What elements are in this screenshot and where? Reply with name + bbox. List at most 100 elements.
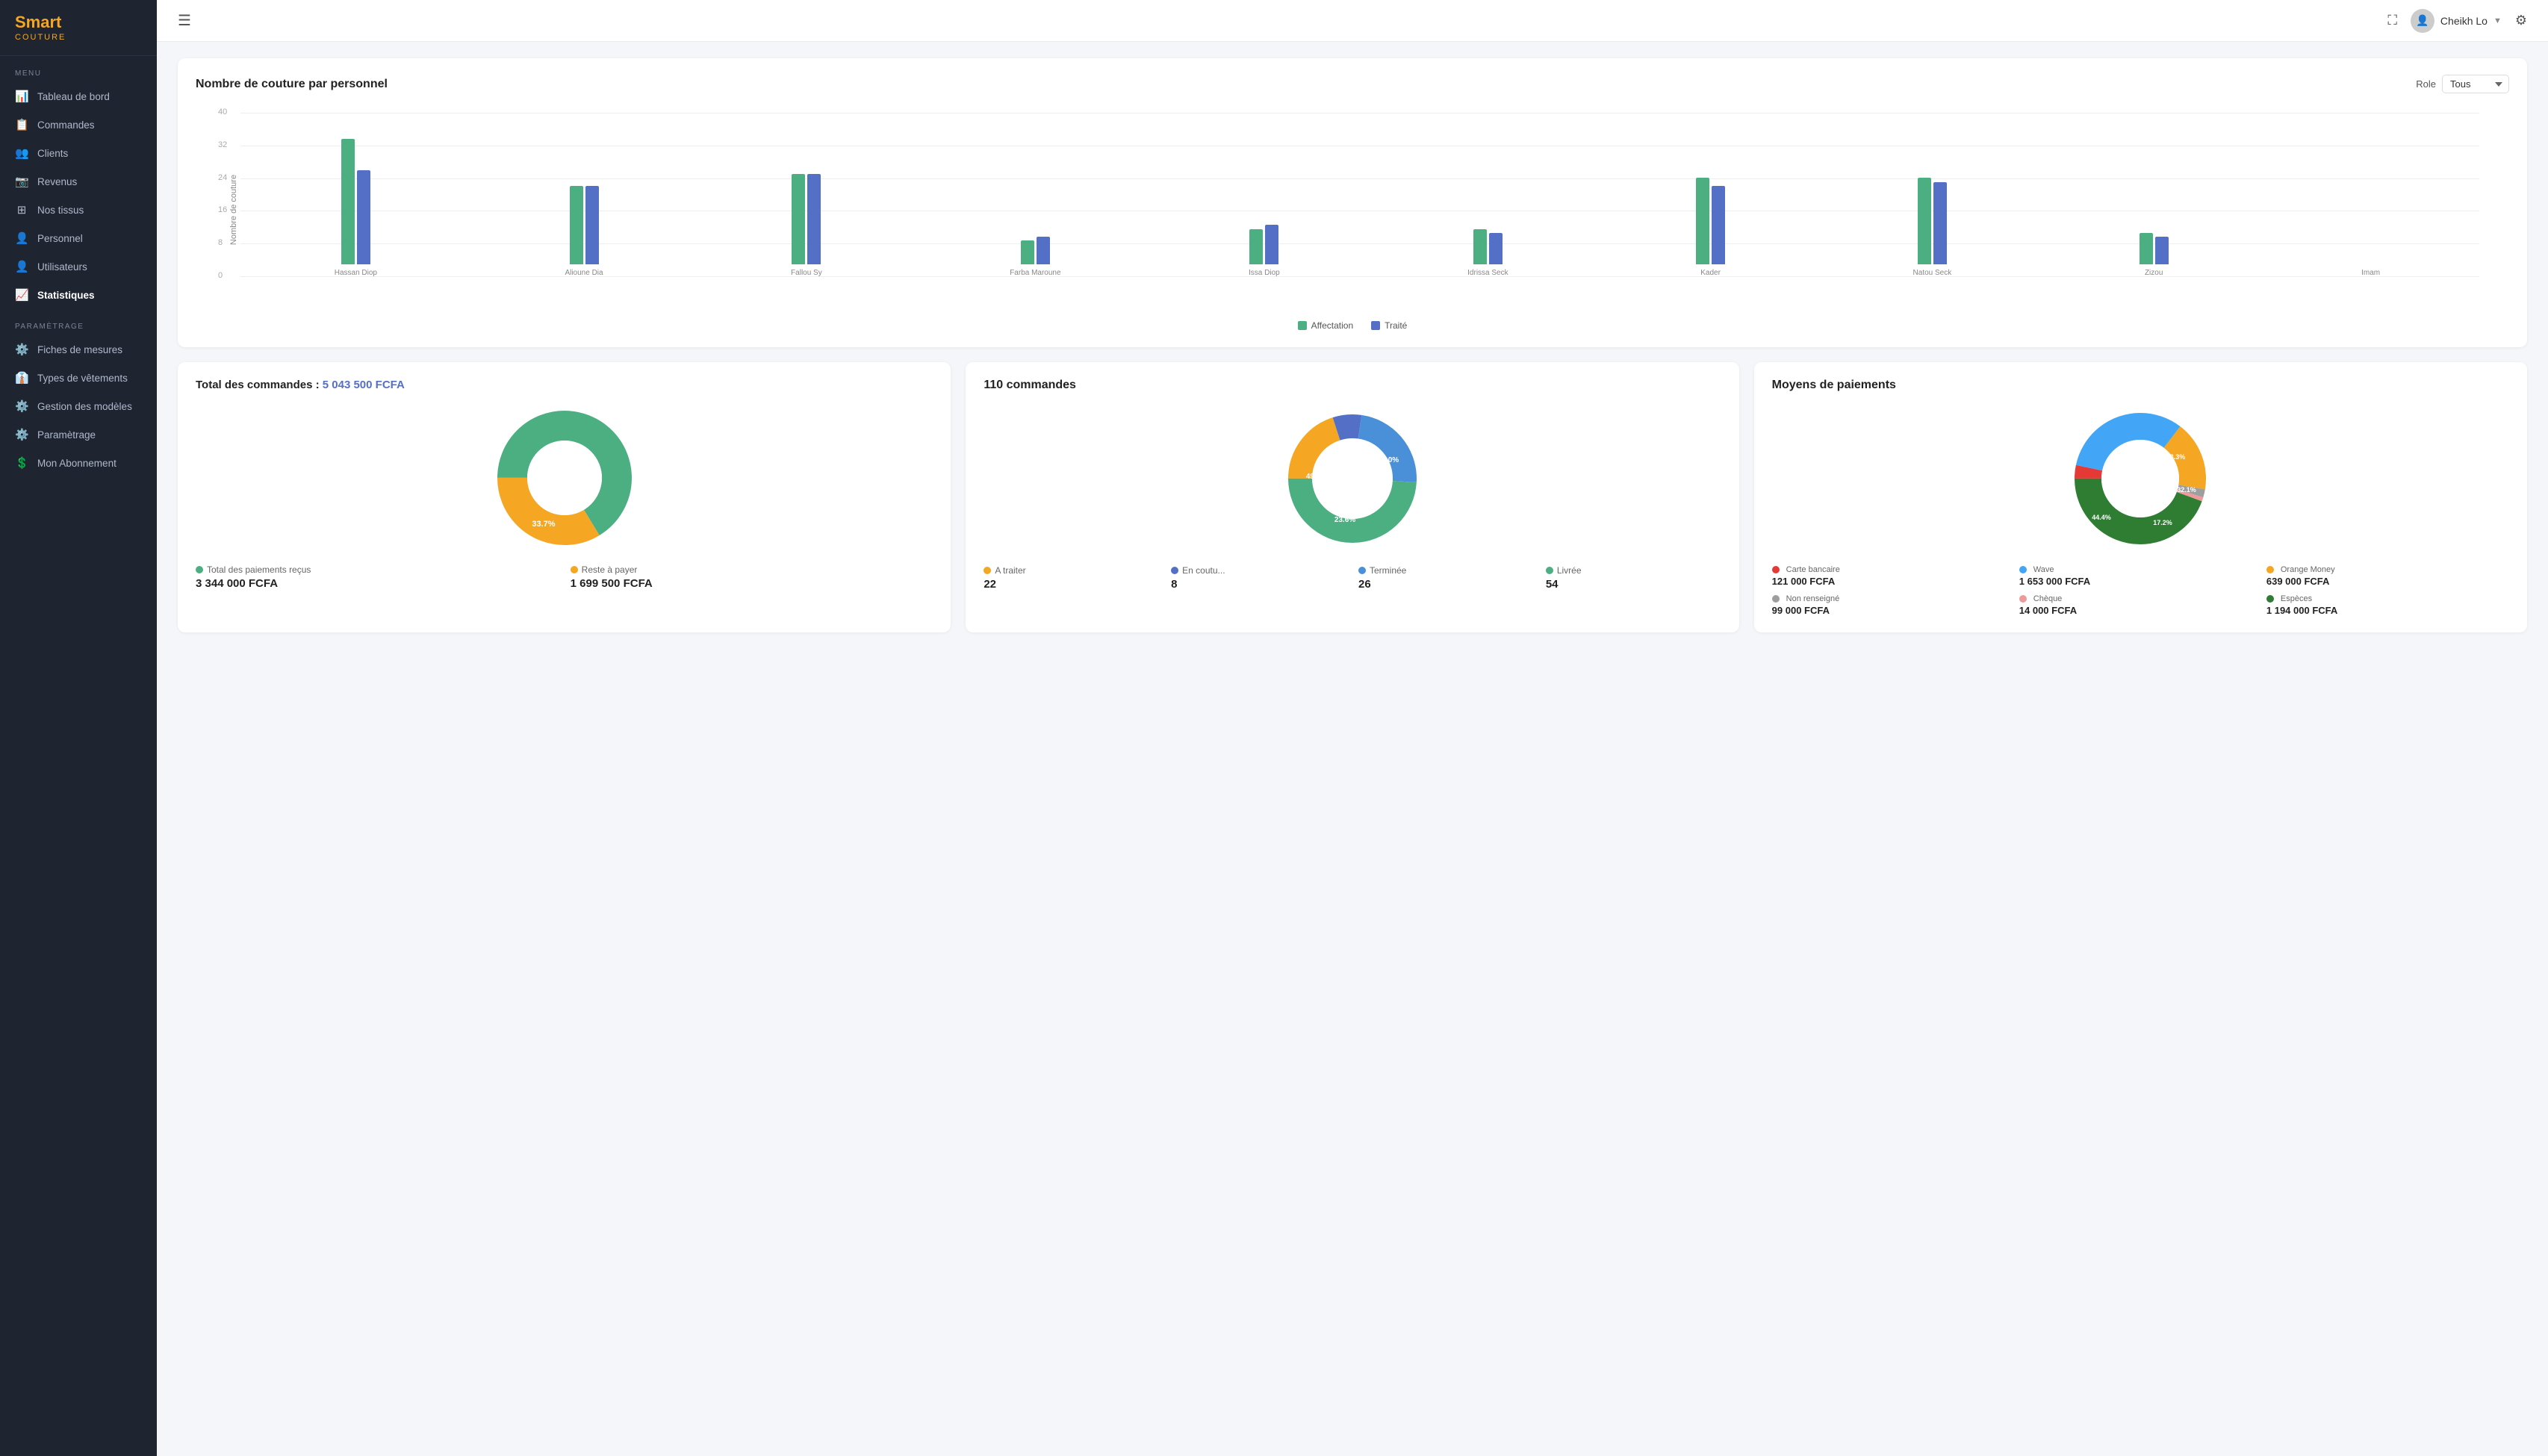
tissus-icon: ⊞ [15,203,28,217]
stat-dot-lightblue [1358,567,1366,574]
sidebar-item-tableau[interactable]: 📊 Tableau de bord [0,82,157,111]
fullscreen-button[interactable]: ⛶ [2387,13,2397,28]
payment-cheque: Chèque 14 000 FCFA [2019,594,2262,616]
settings-button[interactable]: ⚙ [2515,13,2527,28]
bar-traite [1037,237,1050,264]
sidebar-item-label: Nos tissus [37,205,84,216]
payment-orange-label: Orange Money [2266,565,2509,574]
bar-pair [341,139,370,264]
total-commandes-amount[interactable]: 5 043 500 FCFA [323,379,405,391]
bar-name-label: Hassan Diop [335,269,377,277]
bar-traite [807,174,821,264]
sidebar-item-statistiques[interactable]: 📈 Statistiques [0,281,157,309]
bar-group: Farba Maroune [1010,237,1060,277]
total-commandes-donut: 66.3% 33.7% [490,403,639,553]
bar-pair [1021,237,1050,264]
chevron-down-icon[interactable]: ▼ [2493,16,2502,25]
payment-wave: Wave 1 653 000 FCFA [2019,565,2262,587]
bar-name-label: Idrissa Seck [1467,269,1508,277]
role-select[interactable]: Tous Couturier [2442,75,2509,93]
sidebar-item-mesures[interactable]: ⚙️ Fiches de mesures [0,335,157,364]
stat-label-en-couture: En coutu... [1171,565,1346,576]
user-name: Cheikh Lo [2440,15,2488,27]
sidebar-item-parametrage[interactable]: ⚙️ Paramètrage [0,420,157,449]
bar-traite [1489,233,1503,264]
abonnement-icon: 💲 [15,456,28,470]
legend-label-affectation: Affectation [1311,320,1353,331]
total-commandes-stats: Total des paiements reçus 3 344 000 FCFA… [196,564,933,590]
mesures-icon: ⚙️ [15,343,28,356]
sidebar-item-label: Fiches de mesures [37,344,122,355]
stat-reste-payer: Reste à payer 1 699 500 FCFA [571,564,933,590]
sidebar-item-clients[interactable]: 👥 Clients [0,139,157,167]
sidebar-item-label: Statistiques [37,290,95,301]
svg-text:44.4%: 44.4% [2092,514,2112,521]
stat-label-livree: Livrée [1546,565,1721,576]
hamburger-button[interactable]: ☰ [178,11,191,30]
commandes-status-stats: A traiter 22 En coutu... 8 [984,565,1721,591]
payment-especes: Espèces 1 194 000 FCFA [2266,594,2509,616]
bar-traite [2155,237,2169,264]
bar-traite [357,170,370,264]
bottom-grid: Total des commandes : 5 043 500 FCFA 66.… [178,362,2527,647]
bar-chart-header: Nombre de couture par personnel Role Tou… [196,75,2509,93]
payment-orange-value: 639 000 FCFA [2266,576,2509,587]
stat-dot-orange [984,567,991,574]
bar-group: Idrissa Seck [1467,229,1508,277]
payment-cheque-label: Chèque [2019,594,2262,603]
bar-affectation [792,174,805,264]
sidebar-item-revenus[interactable]: 📷 Revenus [0,167,157,196]
bar-affectation [1696,178,1709,264]
svg-text:33.7%: 33.7% [532,520,555,529]
stat-value-reste: 1 699 500 FCFA [571,577,933,590]
stat-value-a-traiter: 22 [984,578,1159,591]
payment-carte: Carte bancaire 121 000 FCFA [1772,565,2015,587]
svg-text:17.2%: 17.2% [2154,519,2173,526]
payment-wave-value: 1 653 000 FCFA [2019,576,2262,587]
stat-label-recus: Total des paiements reçus [196,564,559,575]
sidebar-item-label: Personnel [37,233,83,244]
payment-carte-value: 121 000 FCFA [1772,576,2015,587]
commandes-status-donut: 20.0% 7.3% 23.6% 49.1% [1278,404,1427,553]
sidebar-item-utilisateurs[interactable]: 👤 Utilisateurs [0,252,157,281]
sidebar-item-abonnement[interactable]: 💲 Mon Abonnement [0,449,157,477]
sidebar-item-label: Types de vêtements [37,373,128,384]
svg-text:3.3%: 3.3% [2170,453,2186,461]
legend-label-traite: Traité [1385,320,1407,331]
payment-especes-value: 1 194 000 FCFA [2266,605,2509,616]
sidebar-item-commandes[interactable]: 📋 Commandes [0,111,157,139]
total-commandes-label: Total des commandes : [196,379,320,391]
dot-orange [2266,566,2274,573]
modeles-icon: ⚙️ [15,399,28,413]
bar-group: Natou Seck [1913,178,1952,277]
payment-wave-label: Wave [2019,565,2262,574]
topbar: ☰ ⛶ 👤 Cheikh Lo ▼ ⚙ [157,0,2548,42]
dot-wave [2019,566,2027,573]
stat-en-couture: En coutu... 8 [1171,565,1346,591]
payment-especes-label: Espèces [2266,594,2509,603]
stat-a-traiter: A traiter 22 [984,565,1159,591]
dot-lightred [2019,595,2027,603]
svg-text:7.3%: 7.3% [1371,489,1388,497]
bar-traite [585,186,599,264]
sidebar-item-vetements[interactable]: 👔 Types de vêtements [0,364,157,392]
sidebar-item-label: Gestion des modèles [37,401,132,412]
sidebar-item-label: Clients [37,148,68,159]
sidebar-item-tissus[interactable]: ⊞ Nos tissus [0,196,157,224]
legend-dot-blue [1371,321,1380,330]
bar-traite [1933,182,1947,264]
role-filter: Role Tous Couturier [2416,75,2509,93]
sidebar-item-personnel[interactable]: 👤 Personnel [0,224,157,252]
bar-group: Hassan Diop [335,139,377,277]
stat-value-livree: 54 [1546,578,1721,591]
sidebar-item-modeles[interactable]: ⚙️ Gestion des modèles [0,392,157,420]
svg-text:66.3%: 66.3% [574,477,597,486]
list-icon: 📋 [15,118,28,131]
bar-group: Issa Diop [1249,225,1280,277]
stat-dot-green [1546,567,1553,574]
stat-value-terminee: 26 [1358,578,1534,591]
bars-container: Hassan DiopAlioune DiaFallou SyFarba Mar… [240,113,2479,277]
payment-orange: Orange Money 639 000 FCFA [2266,565,2509,587]
legend-dot-green [1298,321,1307,330]
stat-dot-blue [1171,567,1178,574]
